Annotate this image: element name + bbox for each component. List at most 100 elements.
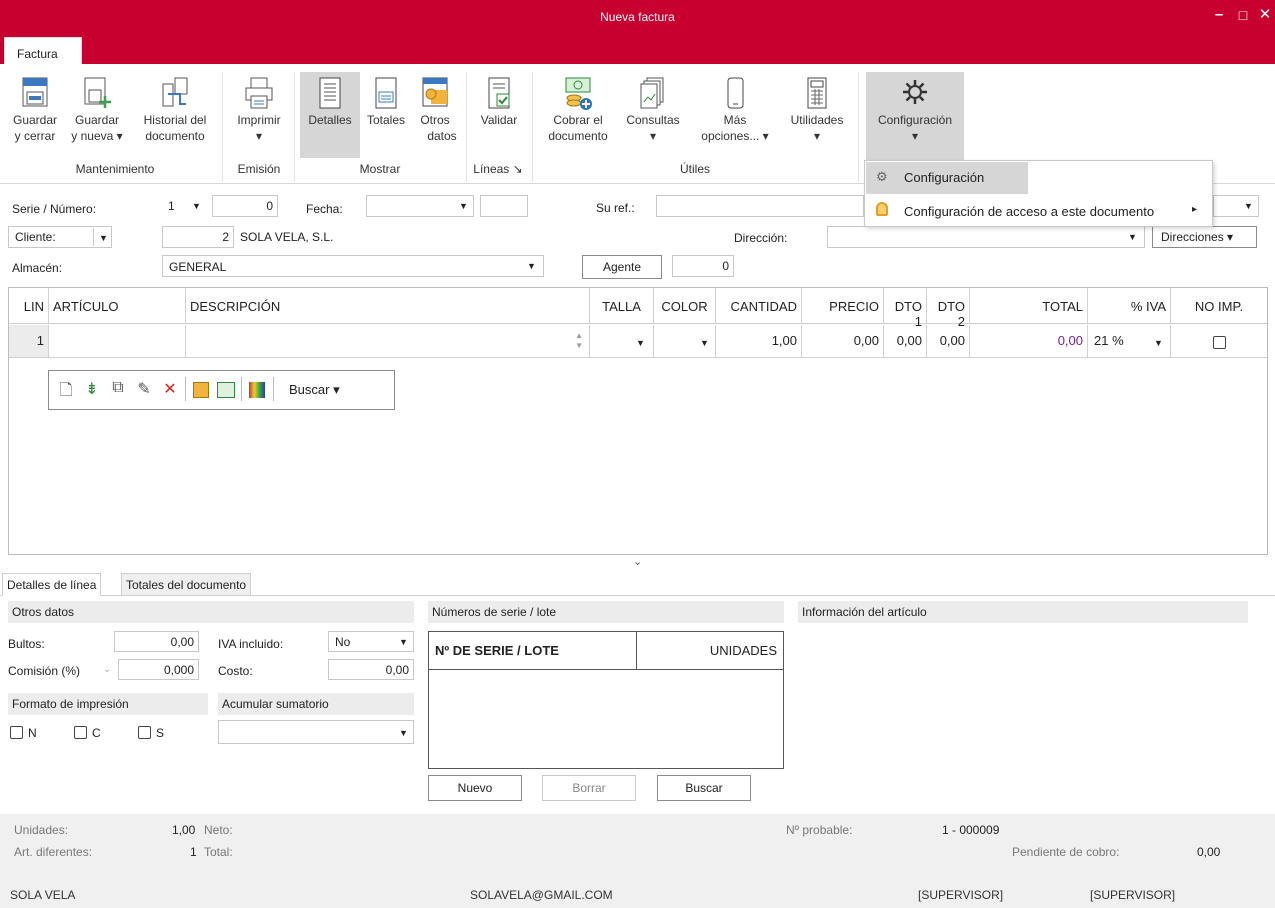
noimp-checkbox[interactable] bbox=[1213, 336, 1226, 349]
hora-input[interactable] bbox=[480, 195, 528, 217]
iva-incluido-select[interactable]: No ▼ bbox=[328, 631, 414, 652]
mas-opciones-button[interactable]: Más opciones... ▾ bbox=[692, 76, 778, 144]
label-line1: Otros bbox=[420, 113, 450, 127]
col-articulo[interactable]: ARTÍCULO bbox=[49, 288, 186, 324]
col-talla[interactable]: TALLA bbox=[590, 288, 654, 324]
cliente-button[interactable]: Cliente: ▼ bbox=[8, 226, 112, 248]
notes-icon[interactable] bbox=[193, 382, 209, 398]
agente-input[interactable]: 0 bbox=[672, 255, 734, 277]
otros-datos-button[interactable]: Otros datos bbox=[412, 76, 458, 144]
copy-line-icon[interactable]: ⧉ bbox=[109, 379, 127, 399]
ribbon-tabstrip bbox=[0, 36, 1275, 64]
insert-line-icon[interactable]: ⇟ bbox=[83, 379, 101, 399]
minimize-button[interactable]: – bbox=[1206, 4, 1232, 28]
image-icon[interactable] bbox=[217, 382, 235, 398]
cell-descripcion[interactable]: ▲ ▼ bbox=[186, 325, 590, 358]
direcciones-button[interactable]: Direcciones ▾ bbox=[1152, 226, 1257, 248]
cell-iva[interactable]: 21 % ▼ bbox=[1088, 325, 1171, 358]
email: SOLAVELA@GMAIL.COM bbox=[470, 888, 613, 902]
col-noimp[interactable]: NO IMP. bbox=[1171, 288, 1267, 324]
validar-button[interactable]: Validar bbox=[472, 76, 526, 128]
consultas-button[interactable]: Consultas ▾ bbox=[620, 76, 686, 144]
detalles-button[interactable]: Detalles bbox=[300, 72, 360, 158]
bultos-input[interactable]: 0,00 bbox=[114, 631, 199, 652]
chevron-down-icon[interactable]: ⌄ bbox=[633, 555, 642, 568]
separator bbox=[241, 377, 242, 401]
col-descripcion[interactable]: DESCRIPCIÓN bbox=[186, 288, 590, 324]
delete-icon[interactable]: ✕ bbox=[161, 379, 179, 399]
historial-button[interactable]: Historial del documento bbox=[134, 76, 216, 144]
colors-icon[interactable] bbox=[249, 382, 265, 398]
label-line2: ▾ bbox=[911, 129, 919, 143]
ribbon-separator bbox=[532, 72, 533, 182]
col-color[interactable]: COLOR bbox=[654, 288, 716, 324]
imprimir-button[interactable]: Imprimir ▾ bbox=[228, 76, 290, 144]
label: Detalles bbox=[308, 113, 352, 127]
chevron-down-icon[interactable]: ⌄ bbox=[103, 664, 111, 675]
label-line2: documento bbox=[548, 129, 608, 143]
guardar-nueva-button[interactable]: Guardar y nueva ▾ bbox=[66, 76, 128, 144]
borrar-button[interactable]: Borrar bbox=[542, 775, 636, 801]
costo-input[interactable]: 0,00 bbox=[328, 659, 414, 680]
direccion-select[interactable]: ▼ bbox=[827, 226, 1145, 248]
tab-totales-documento[interactable]: Totales del documento bbox=[121, 573, 252, 596]
col-unidades[interactable]: UNIDADES bbox=[637, 632, 783, 670]
cobrar-button[interactable]: Cobrar el documento bbox=[538, 76, 618, 144]
reports-icon bbox=[640, 77, 664, 109]
label-line2: ▾ bbox=[255, 129, 263, 143]
almacen-select[interactable]: GENERAL ▼ bbox=[162, 255, 544, 277]
almacen-value: GENERAL bbox=[169, 260, 227, 274]
buscar-dropdown[interactable]: Buscar ▾ bbox=[289, 382, 340, 398]
close-button[interactable]: ✕ bbox=[1252, 4, 1275, 28]
configuracion-menu: ⚙ Configuración Configuración de acceso … bbox=[864, 160, 1213, 227]
chevron-down-icon: ▼ bbox=[399, 728, 408, 738]
col-total[interactable]: TOTAL bbox=[970, 288, 1088, 324]
acumular-select[interactable]: ▼ bbox=[218, 720, 414, 744]
separator bbox=[185, 377, 186, 401]
suref-extra-select[interactable]: ▼ bbox=[1213, 195, 1259, 217]
serie-select[interactable]: 1 ▼ bbox=[162, 195, 208, 217]
tab-factura[interactable]: Factura bbox=[4, 37, 82, 65]
col-dto1[interactable]: DTO 1 bbox=[884, 288, 927, 329]
cliente-num-input[interactable]: 2 bbox=[162, 226, 234, 248]
menu-item-acceso[interactable]: Configuración de acceso a este documento… bbox=[866, 196, 1212, 226]
costo-label: Costo: bbox=[218, 664, 253, 678]
nuevo-button[interactable]: Nuevo bbox=[428, 775, 522, 801]
col-iva[interactable]: % IVA bbox=[1088, 288, 1171, 324]
cell-color[interactable]: ▼ bbox=[654, 325, 716, 358]
cell-talla[interactable]: ▼ bbox=[590, 325, 654, 358]
cell-dto2[interactable]: 0,00 bbox=[927, 325, 970, 358]
formato-c-checkbox[interactable] bbox=[74, 726, 87, 739]
series-header: Números de serie / lote bbox=[428, 601, 784, 623]
col-precio[interactable]: PRECIO bbox=[802, 288, 884, 324]
col-dto2[interactable]: DTO 2 bbox=[927, 288, 970, 329]
edit-line-icon[interactable]: ✎ bbox=[135, 379, 153, 399]
cell-cantidad[interactable]: 1,00 bbox=[716, 325, 802, 358]
suref-input[interactable] bbox=[656, 195, 864, 217]
label-line2: ▾ bbox=[813, 129, 821, 143]
agente-button[interactable]: Agente bbox=[582, 255, 662, 279]
utilidades-button[interactable]: Utilidades ▾ bbox=[782, 76, 852, 144]
totales-button[interactable]: Totales bbox=[362, 76, 410, 128]
buscar-button[interactable]: Buscar bbox=[657, 775, 751, 801]
cell-precio[interactable]: 0,00 bbox=[802, 325, 884, 358]
col-cantidad[interactable]: CANTIDAD bbox=[716, 288, 802, 324]
menu-item-configuracion[interactable]: ⚙ Configuración bbox=[866, 162, 1028, 194]
col-serie-lote[interactable]: Nº DE SERIE / LOTE bbox=[429, 632, 637, 670]
lines-grid: LIN ARTÍCULO DESCRIPCIÓN TALLA COLOR CAN… bbox=[8, 287, 1268, 555]
cell-dto1[interactable]: 0,00 bbox=[884, 325, 927, 358]
formato-n-checkbox[interactable] bbox=[10, 726, 23, 739]
numero-input[interactable]: 0 bbox=[212, 195, 278, 217]
new-line-icon[interactable]: 🗋 bbox=[57, 379, 75, 399]
guardar-cerrar-button[interactable]: Guardar y cerrar bbox=[6, 76, 64, 144]
cell-articulo[interactable] bbox=[49, 325, 186, 358]
fecha-input[interactable]: ▼ bbox=[366, 195, 474, 217]
formato-n-label: N bbox=[28, 726, 37, 740]
chevron-down-icon: ▼ bbox=[192, 201, 201, 211]
details-icon bbox=[319, 77, 341, 109]
configuracion-button[interactable]: Configuración ▾ bbox=[866, 72, 964, 160]
comision-input[interactable]: 0,000 bbox=[118, 659, 199, 680]
tab-detalles-linea[interactable]: Detalles de línea bbox=[2, 573, 102, 596]
formato-s-checkbox[interactable] bbox=[138, 726, 151, 739]
col-lin[interactable]: LIN bbox=[9, 288, 49, 324]
